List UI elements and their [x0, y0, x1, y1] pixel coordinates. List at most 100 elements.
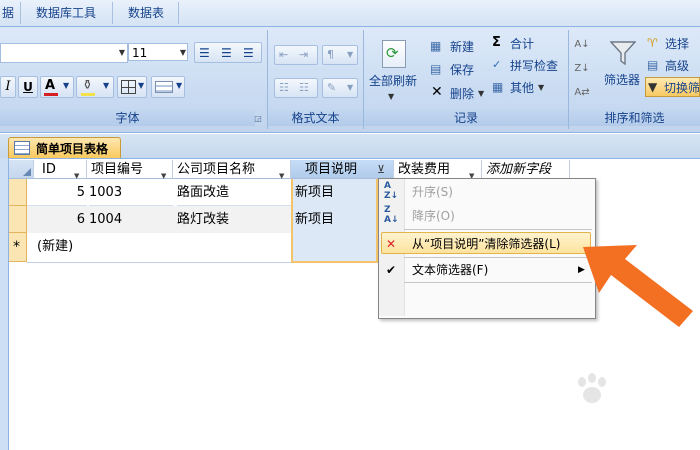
alignment-buttons[interactable]: ☰ ☰ ☰ — [194, 42, 262, 63]
refresh-arrows-icon: ⟳ — [386, 44, 399, 62]
decrease-indent-icon[interactable]: ⇤ — [279, 46, 288, 64]
fill-color-button[interactable]: ⚱ ▼ — [76, 76, 114, 98]
record-selector[interactable] — [9, 179, 27, 206]
column-header-project-code[interactable]: 项目编号 ▼ — [87, 160, 173, 180]
menu-item-label: 降序(O) — [412, 209, 455, 223]
align-center-icon[interactable]: ☰ — [221, 44, 232, 62]
font-size-value: 11 — [132, 46, 148, 60]
cell-project-code[interactable]: 1003 — [89, 179, 173, 206]
record-selector[interactable] — [9, 206, 27, 233]
advanced-button[interactable]: ▤ 高级 — [645, 56, 700, 74]
record-selector-new[interactable]: * — [9, 233, 27, 262]
annotation-arrow-icon — [583, 245, 693, 327]
checkmark-icon: ✔ — [386, 263, 397, 277]
totals-label: 合计 — [510, 37, 535, 51]
navigation-pane-collapsed[interactable] — [0, 158, 9, 450]
row-divider — [27, 262, 291, 263]
highlight-button[interactable]: ✎ ▼ — [322, 78, 358, 98]
document-tab-title: 简单项目表格 — [36, 142, 109, 156]
sort-descending-icon[interactable]: Z↓ — [574, 62, 590, 76]
column-header-company-project-name[interactable]: 公司项目名称 ▼ — [173, 160, 291, 180]
chevron-down-icon[interactable]: ▼ — [103, 77, 109, 95]
chevron-down-icon[interactable]: ▼ — [347, 46, 353, 64]
filter-applied-icon[interactable]: ⊻ — [377, 160, 385, 179]
advanced-filter-icon: ▤ — [647, 58, 659, 72]
align-left-icon[interactable]: ☰ — [199, 44, 210, 62]
toggle-filter-button[interactable]: ▼ 切换筛 — [645, 77, 700, 97]
selection-button[interactable]: ♈ 选择 — [645, 34, 700, 52]
tab-external-data[interactable]: 据 — [2, 0, 14, 26]
cell-project-name[interactable]: 路面改造 — [177, 179, 291, 206]
chevron-down-icon[interactable]: ▼ — [538, 81, 544, 95]
menu-item-sort-ascending[interactable]: A Z↓ 升序(S) — [379, 181, 593, 203]
clear-filter-icon: ✕ — [386, 237, 397, 251]
new-record-button[interactable]: ▦ 新建 — [430, 37, 490, 55]
funnel-icon — [610, 41, 636, 66]
chevron-down-icon[interactable]: ▼ — [347, 79, 353, 97]
cell-project-name[interactable]: 路灯改装 — [177, 206, 291, 233]
more-button[interactable]: ▦ 其他 ▼ — [492, 78, 562, 96]
select-all-corner[interactable] — [9, 160, 34, 179]
sort-ascending-icon[interactable]: A↓ — [574, 38, 590, 52]
font-name-combo[interactable] — [0, 43, 128, 63]
chevron-down-icon[interactable]: ▼ — [117, 46, 127, 60]
align-right-icon[interactable]: ☰ — [243, 44, 254, 62]
menu-item-clear-filter[interactable]: ✕ 从“项目说明”清除筛选器(L) — [381, 232, 591, 254]
column-header-label: 项目说明 — [305, 162, 358, 177]
gridlines-button[interactable]: ▼ — [117, 76, 147, 98]
column-header-id[interactable]: ID ▼ — [34, 160, 87, 180]
clear-sort-icon[interactable]: A⇄ — [574, 86, 590, 100]
paragraph-direction-button[interactable]: ¶ ▼ — [322, 45, 358, 65]
numbered-list-icon[interactable]: ☷ — [279, 79, 289, 97]
fill-color-swatch — [81, 93, 95, 96]
chevron-down-icon[interactable]: ▼ — [178, 46, 188, 60]
tab-separator — [20, 2, 21, 24]
alternate-fill-button[interactable]: ▼ — [151, 76, 185, 98]
column-header-project-description[interactable]: 项目说明 ⊻ — [291, 160, 394, 179]
cell-project-description[interactable]: 新项目 — [295, 179, 378, 206]
tab-database-tools[interactable]: 数据库工具 — [36, 0, 96, 26]
cell-id[interactable]: 5 — [27, 179, 87, 206]
italic-button[interactable]: I — [0, 76, 16, 98]
chevron-down-icon[interactable]: ▼ — [138, 77, 144, 95]
list-buttons[interactable]: ☷ ☷ — [274, 78, 318, 98]
filter-button[interactable]: 筛选器 — [600, 36, 644, 102]
totals-button[interactable]: Σ 合计 — [492, 34, 562, 52]
spelling-check-icon: ✓ — [492, 58, 502, 71]
chevron-down-icon[interactable]: ▼ — [478, 87, 484, 101]
save-record-button[interactable]: ▤ 保存 — [430, 60, 490, 78]
refresh-all-button[interactable]: ⟳ 全部刷新 ▼ — [368, 38, 420, 104]
cell-project-description[interactable]: 新项目 — [295, 206, 378, 233]
column-header-label: 公司项目名称 — [177, 162, 256, 177]
column-header-add-new-field[interactable]: 添加新字段 — [482, 160, 570, 179]
column-header-renovation-cost[interactable]: 改装费用 ▼ — [394, 160, 482, 180]
delete-record-button[interactable]: ✕ 删除 ▼ — [430, 84, 490, 102]
cell-project-code[interactable]: 1004 — [89, 206, 173, 233]
rtl-icon: ¶ — [327, 48, 334, 61]
spelling-button[interactable]: ✓ 拼写检查 — [492, 56, 566, 74]
document-tab[interactable]: 简单项目表格 — [8, 137, 121, 158]
tab-separator — [178, 2, 179, 24]
refresh-all-label: 全部刷新 — [369, 74, 418, 88]
more-table-icon: ▦ — [492, 80, 504, 94]
increase-indent-icon[interactable]: ⇥ — [299, 46, 308, 64]
chevron-down-icon[interactable]: ▼ — [63, 77, 69, 95]
tab-datasheet[interactable]: 数据表 — [128, 0, 164, 26]
menu-item-label: 升序(S) — [412, 185, 453, 199]
menu-item-sort-descending[interactable]: Z A↓ 降序(O) — [379, 205, 593, 227]
font-color-button[interactable]: A ▼ — [40, 76, 74, 98]
tab-separator — [112, 2, 113, 24]
underline-button[interactable]: U — [18, 76, 38, 98]
delete-x-icon: ✕ — [431, 84, 443, 100]
cell-id[interactable]: 6 — [27, 206, 87, 233]
indent-buttons[interactable]: ⇤ ⇥ — [274, 45, 318, 65]
rich-text-group-label: 格式文本 — [268, 110, 363, 126]
column-header-label: 项目编号 — [91, 162, 144, 177]
chevron-down-icon[interactable]: ▼ — [176, 77, 182, 95]
refresh-icon: ⟳ — [382, 40, 406, 68]
menu-item-text-filters[interactable]: ✔ 文本筛选器(F) ▶ — [379, 259, 593, 281]
new-record-cell[interactable]: (新建) — [37, 233, 157, 260]
dialog-launcher-icon[interactable]: ◲ — [253, 112, 263, 126]
bullet-list-icon[interactable]: ☷ — [299, 79, 309, 97]
sort-za-icon: Z A↓ — [384, 205, 399, 225]
